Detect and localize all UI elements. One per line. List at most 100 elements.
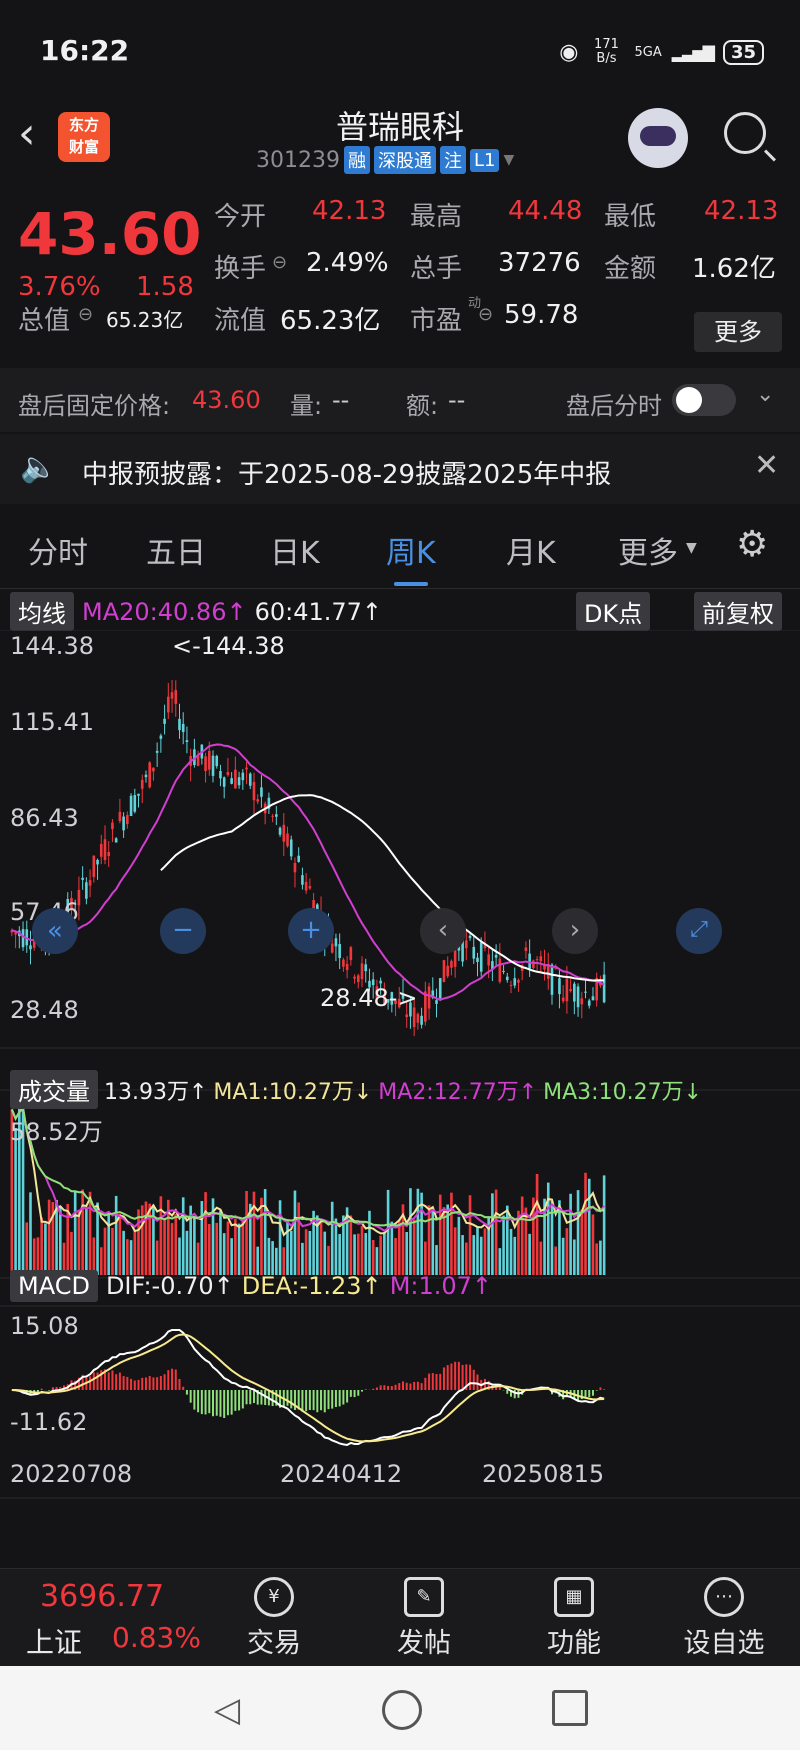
recents-square-icon[interactable] bbox=[552, 1690, 588, 1726]
chevron-down-icon[interactable]: ⌄ bbox=[756, 382, 774, 407]
scroll-step-forward-icon[interactable]: › bbox=[552, 908, 598, 954]
ma-indicator-select[interactable]: 均线 bbox=[10, 592, 74, 631]
nav-trade-label: 交易 bbox=[247, 1628, 301, 1659]
tab-five-day[interactable]: 五日 bbox=[146, 528, 206, 572]
volume-bar bbox=[591, 1214, 595, 1275]
volume-bar bbox=[580, 1209, 584, 1275]
speaker-icon: 🔈 bbox=[20, 450, 58, 485]
zoom-in-icon[interactable]: + bbox=[288, 908, 334, 954]
candle-body bbox=[334, 938, 338, 947]
candle-body bbox=[308, 886, 312, 889]
candle-body bbox=[573, 983, 576, 1002]
gear-icon[interactable]: ⚙ bbox=[736, 524, 768, 565]
volume-bar bbox=[241, 1219, 245, 1275]
after-hours-toggle[interactable] bbox=[672, 384, 736, 416]
candle-body bbox=[513, 978, 517, 986]
volume-bar bbox=[453, 1227, 457, 1275]
volume-bar bbox=[349, 1215, 353, 1275]
candle-body bbox=[427, 986, 431, 1009]
candle-body bbox=[122, 816, 125, 831]
candle-body bbox=[114, 838, 118, 843]
volume-indicator-select[interactable]: 成交量 bbox=[10, 1070, 98, 1109]
candle-body bbox=[487, 954, 490, 966]
volume-bar bbox=[573, 1239, 576, 1275]
macd-bottom-label: -11.62 bbox=[10, 1408, 88, 1436]
info-icon[interactable]: ⊖ bbox=[478, 304, 493, 325]
candle-body bbox=[502, 970, 505, 972]
candle-body bbox=[479, 942, 483, 972]
ma60-value: 60:41.77↑ bbox=[254, 597, 383, 626]
scroll-step-back-icon[interactable]: ‹ bbox=[420, 908, 466, 954]
search-icon[interactable] bbox=[724, 112, 766, 154]
adjust-button[interactable]: 前复权 bbox=[694, 592, 782, 631]
volume-bar bbox=[468, 1195, 472, 1275]
candle-body bbox=[155, 750, 159, 753]
volume-bar bbox=[353, 1234, 356, 1275]
more-circle-icon: ⋯ bbox=[704, 1577, 744, 1617]
volume-bar bbox=[450, 1192, 453, 1275]
low-marker: 28.48-> bbox=[320, 984, 418, 1012]
candle-body bbox=[472, 946, 476, 959]
status-right: ◉ 171 B/s 5GA ▂▃▅▇ 35 bbox=[559, 38, 764, 66]
volume-bar bbox=[122, 1230, 125, 1275]
yen-circle-icon: ¥ bbox=[254, 1577, 294, 1617]
ma20-value: MA20:40.86↑ bbox=[82, 597, 247, 626]
back-triangle-icon[interactable]: ◁ bbox=[214, 1690, 240, 1730]
float-cap-label: 流值 bbox=[214, 306, 267, 336]
volume-bar bbox=[278, 1200, 282, 1275]
close-icon[interactable]: ✕ bbox=[754, 448, 779, 483]
more-quote-button[interactable]: 更多 bbox=[694, 312, 782, 352]
volume-bar bbox=[260, 1197, 263, 1275]
nav-trade[interactable]: ¥ 交易 bbox=[214, 1577, 334, 1660]
macd-dea: DEA:-1.23↑ bbox=[241, 1272, 382, 1300]
candle-body bbox=[420, 1015, 423, 1025]
announcement-bar[interactable]: 🔈 中报预披露：于2025-08-29披露2025年中报 ✕ bbox=[0, 434, 800, 504]
volume-bar bbox=[58, 1206, 62, 1275]
info-icon[interactable]: ⊖ bbox=[272, 252, 287, 273]
chart-svg[interactable] bbox=[0, 630, 800, 1600]
nav-add-watchlist[interactable]: ⋯ 设自选 bbox=[664, 1577, 784, 1660]
candle-body bbox=[148, 762, 151, 788]
ma20-line bbox=[11, 743, 605, 1001]
candle-body bbox=[103, 839, 107, 861]
candle-body bbox=[532, 960, 535, 968]
volume-bar bbox=[535, 1173, 539, 1275]
candle-body bbox=[260, 787, 263, 797]
volume-bar bbox=[144, 1201, 148, 1275]
candle-body bbox=[204, 756, 207, 772]
candle-body bbox=[248, 773, 252, 786]
volume-bar bbox=[565, 1228, 569, 1275]
last-price: 43.60 bbox=[18, 200, 202, 268]
tab-intraday[interactable]: 分时 bbox=[28, 528, 88, 572]
tab-daily-k[interactable]: 日K bbox=[270, 528, 320, 572]
dk-point-button[interactable]: DK点 bbox=[576, 592, 651, 631]
candle-body bbox=[215, 756, 219, 767]
index-value[interactable]: 3696.77 bbox=[40, 1579, 164, 1614]
candle-body bbox=[140, 779, 144, 789]
candle-body bbox=[517, 979, 520, 983]
tab-more[interactable]: 更多 bbox=[618, 528, 678, 572]
robot-assistant-icon[interactable] bbox=[628, 108, 688, 168]
scroll-left-icon[interactable]: « bbox=[32, 908, 78, 954]
stock-code-line[interactable]: 301239 融 深股通 注 L1 ▼ bbox=[256, 146, 514, 174]
bottom-navigation: 3696.77 上证 0.83% ¥ 交易 ✎ 发帖 ▦ 功能 ⋯ 设自选 bbox=[0, 1568, 800, 1667]
tab-monthly-k[interactable]: 月K bbox=[506, 528, 556, 572]
info-icon[interactable]: ⊖ bbox=[78, 304, 93, 325]
volume-bar bbox=[472, 1235, 476, 1275]
status-time: 16:22 bbox=[40, 34, 130, 67]
system-navigation-bar: ◁ bbox=[0, 1666, 800, 1750]
network-speed: 171 B/s bbox=[594, 37, 619, 66]
home-circle-icon[interactable] bbox=[382, 1690, 422, 1730]
candle-body bbox=[584, 991, 587, 993]
volume-bar bbox=[289, 1230, 293, 1275]
tab-weekly-k[interactable]: 周K bbox=[386, 528, 436, 586]
volume-bar bbox=[561, 1237, 565, 1275]
nav-post[interactable]: ✎ 发帖 bbox=[364, 1577, 484, 1660]
nav-functions[interactable]: ▦ 功能 bbox=[514, 1577, 634, 1660]
volume-bar bbox=[438, 1194, 442, 1275]
volume-bar bbox=[77, 1209, 81, 1275]
zoom-out-icon[interactable]: − bbox=[160, 908, 206, 954]
fullscreen-icon[interactable]: ⤢ bbox=[676, 908, 722, 954]
macd-indicator-select[interactable]: MACD bbox=[10, 1270, 98, 1302]
volume-bar bbox=[47, 1199, 51, 1275]
